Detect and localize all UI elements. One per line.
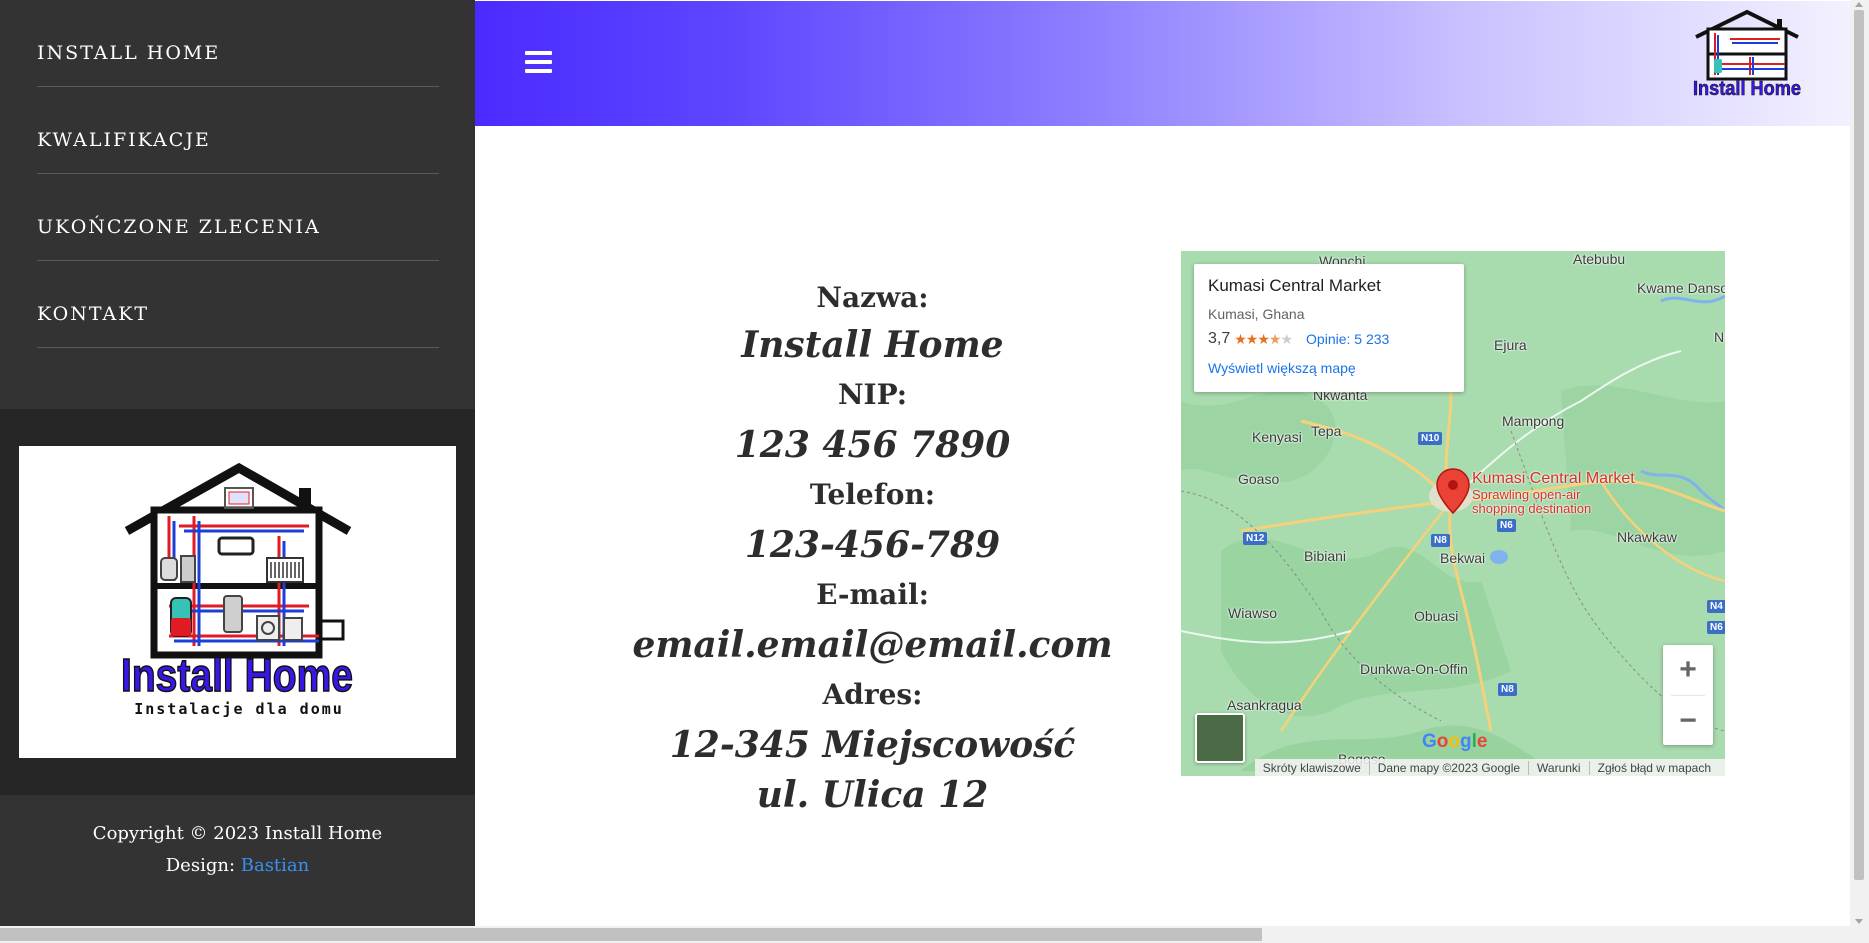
vertical-scroll-thumb[interactable]: [1854, 10, 1864, 880]
zoom-out-button[interactable]: −: [1663, 696, 1713, 746]
road-n8-b: N8: [1498, 683, 1517, 696]
map-place-card: Kumasi Central Market Kumasi, Ghana 3,7 …: [1194, 264, 1464, 392]
larger-map-link[interactable]: Wyświetl większą mapę: [1208, 360, 1450, 376]
map-label-ejura: Ejura: [1494, 337, 1527, 353]
nav-item-install-home[interactable]: INSTALL HOME: [37, 0, 439, 87]
name-label: Nazwa:: [816, 281, 929, 314]
map-pin-subtitle-2: shopping destination: [1472, 501, 1592, 516]
vertical-scrollbar[interactable]: [1850, 0, 1869, 926]
terms-link[interactable]: Warunki: [1529, 760, 1590, 775]
name-value: Install Home: [741, 324, 1004, 366]
scroll-down-icon[interactable]: [1855, 919, 1863, 924]
nav-item-ukonczone-zlecenia[interactable]: UKOŃCZONE ZLECENIA: [37, 174, 439, 261]
email-value: email.email@email.com: [632, 624, 1113, 666]
header-logo-text: Install Home: [1693, 78, 1801, 99]
map-label-goaso: Goaso: [1238, 471, 1280, 487]
map-label-nkawkaw: Nkawkaw: [1617, 529, 1677, 545]
zoom-in-button[interactable]: +: [1663, 645, 1713, 695]
map-attribution: Skróty klawiszowe Dane mapy ©2023 Google…: [1254, 759, 1725, 776]
header-logo-icon[interactable]: Install Home: [1690, 9, 1805, 99]
map-label-wiawso: Wiawso: [1228, 605, 1278, 621]
map-label-dunkwa: Dunkwa-On-Offin: [1360, 661, 1468, 677]
address-label: Adres:: [822, 678, 923, 711]
map-label-kenyasi: Kenyasi: [1252, 429, 1302, 445]
road-n4: N4: [1707, 600, 1725, 613]
map-label-obuasi: Obuasi: [1414, 608, 1459, 624]
nip-value: 123 456 7890: [734, 424, 1011, 466]
map-label-mampong: Mampong: [1502, 413, 1565, 429]
sidebar-nav: INSTALL HOME KWALIFIKACJE UKOŃCZONE ZLEC…: [37, 0, 439, 348]
report-error-link[interactable]: Zgłoś błąd w mapach: [1590, 761, 1719, 775]
hamburger-menu-icon[interactable]: [525, 51, 552, 75]
map-pin-title[interactable]: Kumasi Central Market: [1472, 470, 1635, 488]
house-logo-icon: Install Home Instalacje dla domu: [120, 462, 354, 718]
map-label-asankragua: Asankragua: [1227, 697, 1302, 713]
google-map-embed[interactable]: Wonchi Atebubu Kwame Danso Ejura N Nkwan…: [1181, 251, 1725, 776]
design-credit: Design: Bastian: [0, 850, 475, 882]
horizontal-scrollbar[interactable]: [0, 926, 1869, 943]
map-label-n-edge: N: [1714, 329, 1725, 345]
map-label-kwame-danso: Kwame Danso: [1637, 280, 1725, 296]
map-reviews-link[interactable]: Opinie: 5 233: [1306, 331, 1389, 347]
copyright-text: Copyright © 2023 Install Home: [92, 823, 383, 844]
design-link[interactable]: Bastian: [241, 855, 310, 876]
keyboard-shortcuts-link[interactable]: Skróty klawiszowe: [1255, 760, 1370, 775]
road-n8-a: N8: [1431, 534, 1450, 547]
road-n10: N10: [1418, 432, 1443, 445]
map-pin-subtitle: Sprawling open-air shopping destination: [1472, 488, 1591, 516]
top-header: Install Home: [475, 1, 1850, 126]
logo-tagline-text: Instalacje dla domu: [134, 700, 344, 718]
map-place-name: Kumasi Central Market: [1208, 276, 1381, 295]
email-label: E-mail:: [816, 578, 929, 611]
design-prefix: Design:: [165, 855, 241, 876]
map-data-credit: Dane mapy ©2023 Google: [1370, 760, 1530, 775]
address-line-1: 12-345 Miejscowość: [669, 724, 1076, 766]
road-n12: N12: [1243, 532, 1268, 545]
sidebar-footer: Copyright © 2023 Install Home Design: Ba…: [0, 818, 475, 882]
map-place-address: Kumasi, Ghana: [1208, 306, 1305, 322]
scroll-up-icon[interactable]: [1855, 2, 1863, 7]
phone-value: 123-456-789: [744, 524, 1001, 566]
map-rating-row: 3,7 ★★★★★ Opinie: 5 233: [1208, 330, 1450, 348]
contact-info: Nazwa: Install Home NIP: 123 456 7890 Te…: [610, 276, 1135, 820]
map-pin-subtitle-1: Sprawling open-air: [1472, 487, 1581, 502]
install-home-logo[interactable]: Install Home Instalacje dla domu: [19, 446, 456, 758]
map-label-bekwai: Bekwai: [1440, 550, 1486, 566]
satellite-toggle[interactable]: [1195, 713, 1245, 763]
logo-brand-text: Install Home: [121, 649, 353, 701]
horizontal-scroll-thumb[interactable]: [0, 928, 1262, 941]
google-logo: Google: [1422, 731, 1488, 752]
nav-item-kontakt[interactable]: KONTAKT: [37, 261, 439, 348]
map-label-atebubu: Atebubu: [1573, 251, 1626, 267]
road-n6-b: N6: [1707, 621, 1725, 634]
map-zoom-control: + −: [1663, 645, 1713, 745]
map-label-tepa: Tepa: [1311, 423, 1342, 439]
map-rating-value: 3,7: [1208, 330, 1231, 347]
address-line-2: ul. Ulica 12: [756, 774, 989, 816]
star-rating-icon: ★★★★★: [1234, 330, 1293, 347]
nip-label: NIP:: [837, 378, 908, 411]
road-n6-a: N6: [1497, 519, 1516, 532]
sidebar-logo-panel: Install Home Instalacje dla domu: [0, 409, 475, 795]
sidebar: INSTALL HOME KWALIFIKACJE UKOŃCZONE ZLEC…: [0, 0, 475, 926]
nav-item-kwalifikacje[interactable]: KWALIFIKACJE: [37, 87, 439, 174]
map-label-bibiani: Bibiani: [1304, 548, 1347, 564]
phone-label: Telefon:: [809, 478, 936, 511]
